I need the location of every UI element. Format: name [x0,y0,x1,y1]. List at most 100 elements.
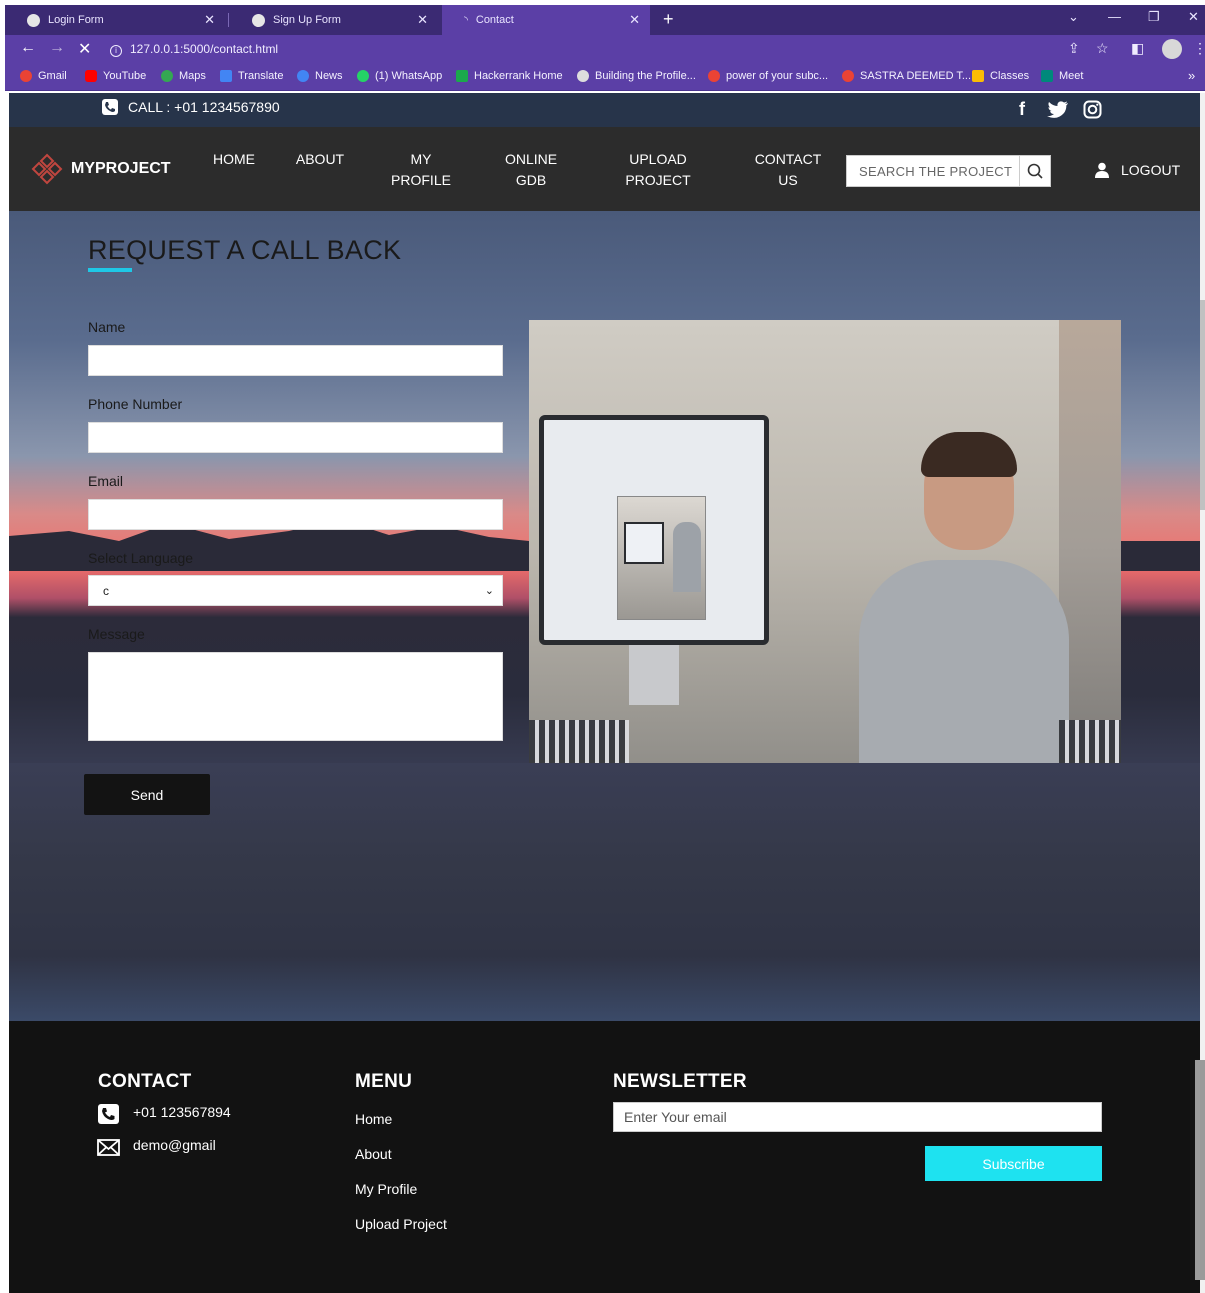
footer-link-about[interactable]: About [355,1146,392,1162]
logout-button[interactable]: LOGOUT [1095,162,1180,178]
phone-icon [102,99,118,115]
bookmark-news[interactable]: News [297,70,343,82]
footer-link-my-profile[interactable]: My Profile [355,1181,417,1197]
footer-contact-title: CONTACT [98,1071,192,1092]
menu-kebab-icon[interactable]: ⋮ [1193,40,1205,57]
bookmark-label: Translate [238,70,284,82]
bookmark-whatsapp[interactable]: (1) WhatsApp [357,70,442,82]
bookmark-youtube[interactable]: YouTube [85,70,146,82]
globe-icon [577,70,589,82]
message-field[interactable] [88,652,503,741]
hackerrank-icon [456,70,468,82]
restore-icon[interactable]: ❐ [1148,9,1160,25]
language-select[interactable]: c ⌄ [88,575,503,606]
brand-logo[interactable]: MYPROJECT [31,153,171,185]
bookmark-label: Hackerrank Home [474,70,563,82]
bookmark-label: Meet [1059,70,1084,82]
footer-menu-title: MENU [355,1071,413,1092]
bookmark-label: power of your subc... [726,70,829,82]
close-icon[interactable]: ✕ [417,12,428,28]
bookmark-gmail[interactable]: Gmail [20,70,67,82]
news-icon [297,70,309,82]
search-input[interactable] [847,156,1021,186]
nav-contact-us[interactable]: CONTACT US [750,149,826,191]
loading-icon: ◝ [464,14,468,26]
bookmark-star-icon[interactable]: ☆ [1096,40,1109,57]
nav-label: UPLOAD [629,151,687,167]
name-field[interactable] [88,345,503,376]
search-button[interactable] [1019,156,1050,186]
phone-field[interactable] [88,422,503,453]
bookmark-meet[interactable]: Meet [1041,70,1083,82]
bookmark-classes[interactable]: Classes [972,70,1029,82]
office-photo [529,320,1121,774]
send-button[interactable]: Send [84,774,210,815]
side-panel-icon[interactable]: ◧ [1131,40,1144,57]
bookmark-label: News [315,70,343,82]
more-bookmarks-icon[interactable]: » [1188,68,1195,83]
nav-label: ABOUT [295,151,345,167]
translate-icon [220,70,232,82]
nav-about[interactable]: ABOUT [292,149,348,170]
bookmark-hackerrank[interactable]: Hackerrank Home [456,70,563,82]
window-close-icon[interactable]: ✕ [1188,9,1199,25]
url-field[interactable]: i 127.0.0.1:5000/contact.html [110,39,1110,59]
close-icon[interactable]: ✕ [629,12,640,28]
bookmark-building-profile[interactable]: Building the Profile... [577,70,696,82]
email-field[interactable] [88,499,503,530]
instagram-icon[interactable] [1083,100,1102,124]
scrollbar-thumb-lower[interactable] [1195,1060,1205,1280]
twitter-icon[interactable] [1047,101,1069,124]
bookmark-label: (1) WhatsApp [375,70,443,82]
meet-icon [1041,70,1053,82]
info-icon[interactable]: i [110,45,122,57]
stop-loading-icon[interactable]: ✕ [78,39,91,59]
footer-email: demo@gmail [133,1137,216,1153]
logo-icon [31,153,63,185]
bookmark-power-subconscious[interactable]: power of your subc... [708,70,828,82]
globe-icon [27,13,40,27]
scrollbar-thumb[interactable] [1200,300,1205,510]
nav-upload-project[interactable]: UPLOAD PROJECT [622,149,694,191]
minimize-icon[interactable]: — [1108,9,1121,24]
profile-avatar[interactable] [1162,39,1182,59]
tab-sign-up-form[interactable]: Sign Up Form ✕ [230,5,438,35]
message-label: Message [88,626,145,642]
inset-monitor [624,522,664,564]
tab-label: Contact [475,14,514,26]
footer-newsletter-title: NEWSLETTER [613,1071,747,1092]
call-info: CALL : +01 1234567890 [102,99,280,115]
more-bookmarks-label: » [1188,68,1196,83]
main-navbar: MYPROJECT HOME ABOUT MY PROFILE ONLINE GDB… [9,127,1200,211]
subscribe-button[interactable]: Subscribe [925,1146,1102,1181]
forward-icon[interactable]: → [49,39,65,57]
back-icon[interactable]: ← [20,39,36,57]
nav-my-profile[interactable]: MY PROFILE [386,149,456,191]
nav-home[interactable]: HOME [209,149,259,170]
call-text: CALL : +01 1234567890 [128,99,280,115]
facebook-icon[interactable]: f [1019,99,1025,120]
tab-bar: Login Form ✕ Sign Up Form ✕ ◝ Contact ✕ … [5,5,1205,35]
newsletter-email-input[interactable] [614,1103,1101,1131]
bookmark-sastra[interactable]: SASTRA DEEMED T... [842,70,971,82]
nav-label: PROFILE [391,172,451,188]
brand-name: MYPROJECT [71,160,171,177]
footer-link-upload-project[interactable]: Upload Project [355,1216,447,1232]
project-search [846,155,1051,187]
nav-label: PROJECT [625,172,691,188]
language-value: c [103,584,109,598]
new-tab-button[interactable]: + [663,9,674,30]
envelope-icon [97,1139,120,1159]
nav-online-gdb[interactable]: ONLINE GDB [499,149,563,191]
tab-login-form[interactable]: Login Form ✕ [5,5,225,35]
nav-label: MY [410,151,432,167]
bookmark-translate[interactable]: Translate [220,70,283,82]
bookmark-maps[interactable]: Maps [161,70,206,82]
language-label: Select Language [88,550,194,566]
google-icon [20,70,32,82]
share-icon[interactable]: ⇪ [1068,40,1080,57]
tab-search-icon[interactable]: ⌄ [1068,9,1079,25]
close-icon[interactable]: ✕ [204,12,215,28]
footer-link-home[interactable]: Home [355,1111,392,1127]
tab-contact[interactable]: ◝ Contact ✕ [442,5,650,35]
